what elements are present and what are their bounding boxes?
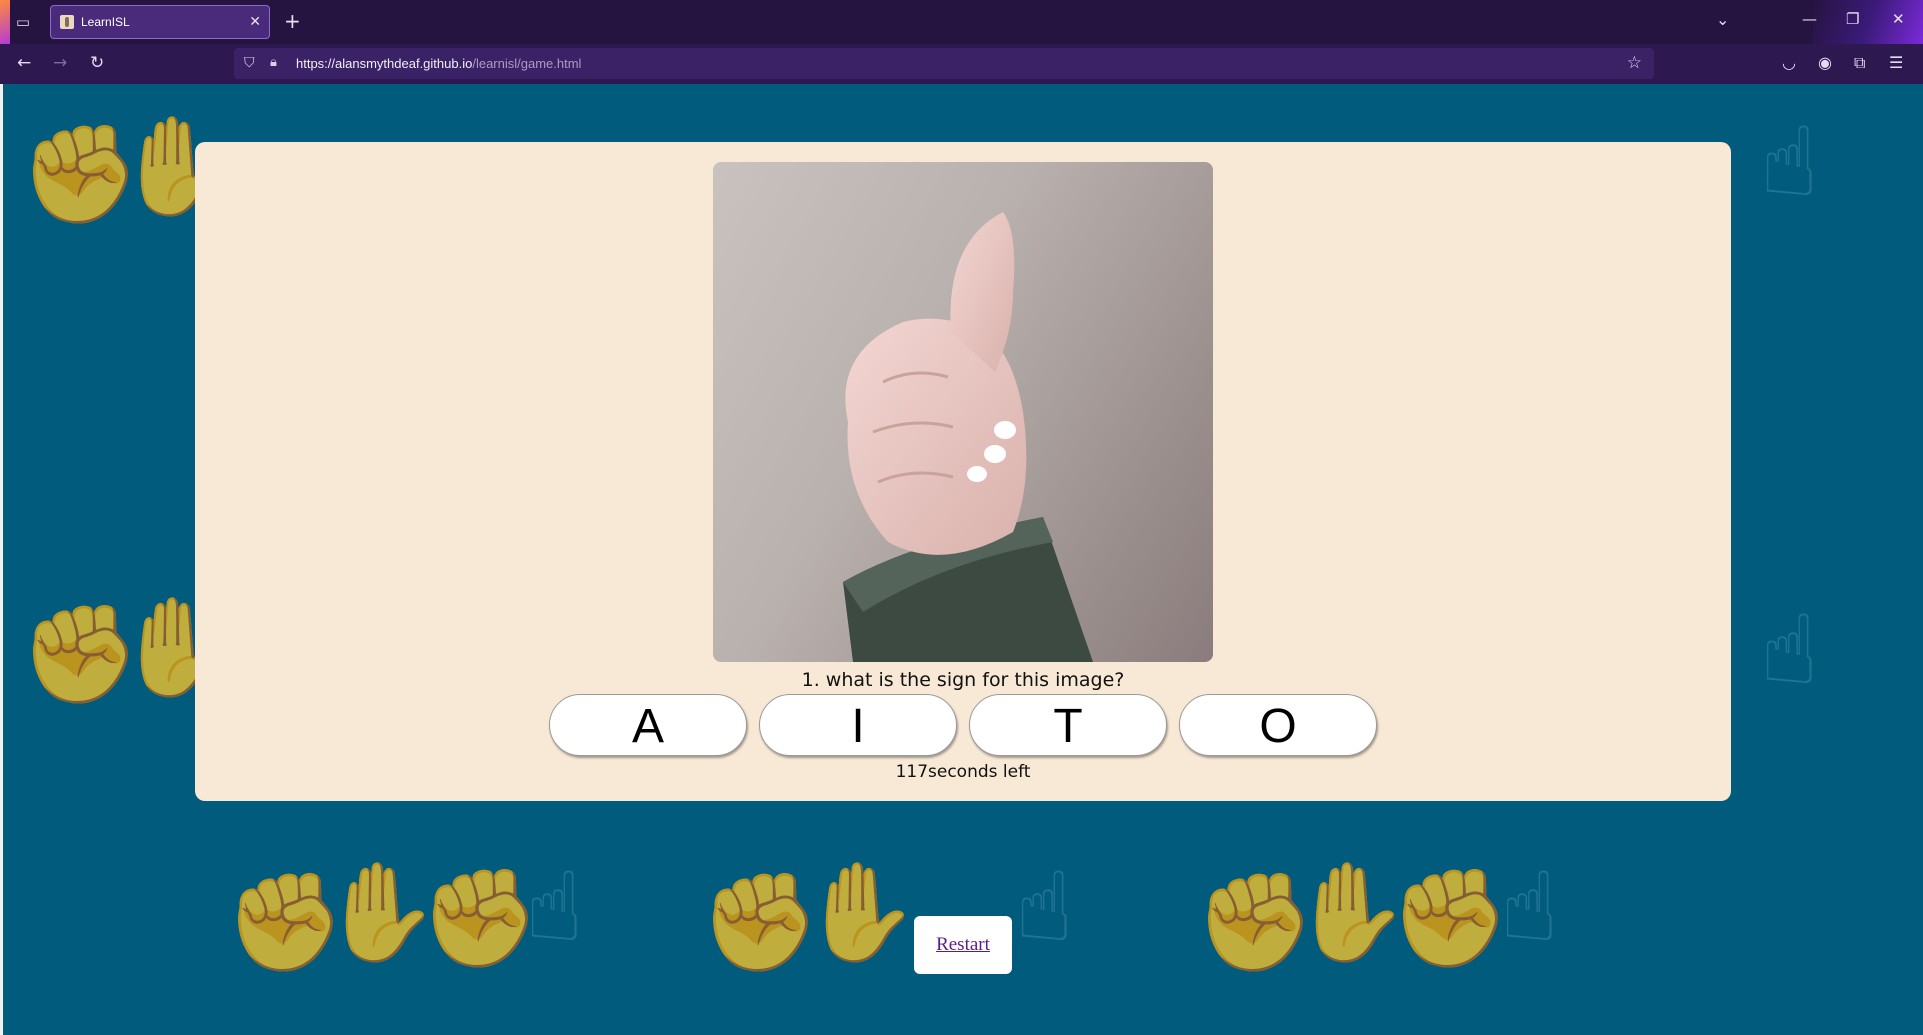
star-icon[interactable]: ☆ bbox=[1627, 53, 1642, 73]
browser-tab[interactable]: LearnISL ✕ bbox=[50, 5, 270, 39]
chevron-down-icon[interactable]: ⌄ bbox=[1716, 10, 1729, 29]
tab-list-icon[interactable]: ▭ bbox=[12, 12, 34, 32]
answer-button-t[interactable]: T bbox=[969, 694, 1167, 756]
shield-icon[interactable]: ⛉ bbox=[244, 55, 255, 71]
answer-button-o[interactable]: O bbox=[1179, 694, 1377, 756]
url-text[interactable]: https://alansmythdeaf.github.io/learnisl… bbox=[296, 56, 581, 71]
pattern-hand-icon: ✊ bbox=[420, 862, 540, 974]
browser-titlebar: ▭ LearnISL ✕ + ⌄ — ❐ ✕ bbox=[0, 0, 1923, 44]
question-text: 1. what is the sign for this image? bbox=[801, 669, 1125, 691]
pattern-hand-icon: ☝ bbox=[1760, 106, 1819, 218]
close-icon[interactable]: ✕ bbox=[249, 14, 261, 30]
restore-icon[interactable]: ❐ bbox=[1846, 10, 1859, 28]
pattern-hand-icon: ☝ bbox=[1760, 594, 1819, 706]
account-icon[interactable]: ◉ bbox=[1818, 53, 1832, 72]
answer-options: A I T O bbox=[549, 694, 1379, 758]
quiz-card: 1. what is the sign for this image? A I … bbox=[195, 142, 1731, 801]
favicon-icon bbox=[60, 15, 74, 29]
pattern-hand-icon: ☝ bbox=[1015, 851, 1074, 963]
titlebar-accent bbox=[0, 0, 10, 44]
pattern-hand-icon: ✊ bbox=[1390, 862, 1510, 974]
forward-arrow-icon[interactable]: → bbox=[53, 53, 67, 73]
hamburger-icon[interactable]: ☰ bbox=[1889, 53, 1903, 72]
puzzle-icon[interactable]: ⧉ bbox=[1854, 53, 1865, 73]
back-arrow-icon[interactable]: ← bbox=[17, 53, 31, 73]
answer-button-i[interactable]: I bbox=[759, 694, 957, 756]
pocket-icon[interactable]: ◡ bbox=[1782, 53, 1796, 72]
page-edge bbox=[0, 84, 3, 1035]
window-close-icon[interactable]: ✕ bbox=[1892, 10, 1905, 28]
plus-icon[interactable]: + bbox=[284, 9, 301, 33]
lock-icon[interactable]: 🔒︎ bbox=[270, 55, 277, 70]
sign-image bbox=[713, 162, 1213, 662]
pattern-hand-icon: ✋ bbox=[800, 856, 920, 968]
titlebar-accent-right bbox=[1813, 0, 1923, 44]
minimize-icon[interactable]: — bbox=[1802, 10, 1817, 28]
hand-sign-illustration bbox=[843, 212, 1093, 662]
tab-title: LearnISL bbox=[81, 15, 130, 29]
timer-text: 117seconds left bbox=[895, 762, 1031, 782]
reload-icon[interactable]: ↻ bbox=[90, 53, 104, 73]
answer-button-a[interactable]: A bbox=[549, 694, 747, 756]
pattern-hand-icon: ☝ bbox=[1500, 851, 1559, 963]
page-body: ✊ ✋ ☝ ✊ ✋ ☝ ✊ ✋ ✊ ☝ ✊ ✋ ☝ ✊ ✋ ✊ ☝ 1. wha… bbox=[0, 84, 1923, 1035]
browser-navbar: ← → ↻ ⛉ 🔒︎ https://alansmythdeaf.github.… bbox=[0, 44, 1923, 84]
pattern-hand-icon: ☝ bbox=[525, 851, 584, 963]
restart-button[interactable]: Restart bbox=[914, 916, 1012, 974]
url-bar[interactable]: ⛉ 🔒︎ https://alansmythdeaf.github.io/lea… bbox=[234, 48, 1654, 79]
